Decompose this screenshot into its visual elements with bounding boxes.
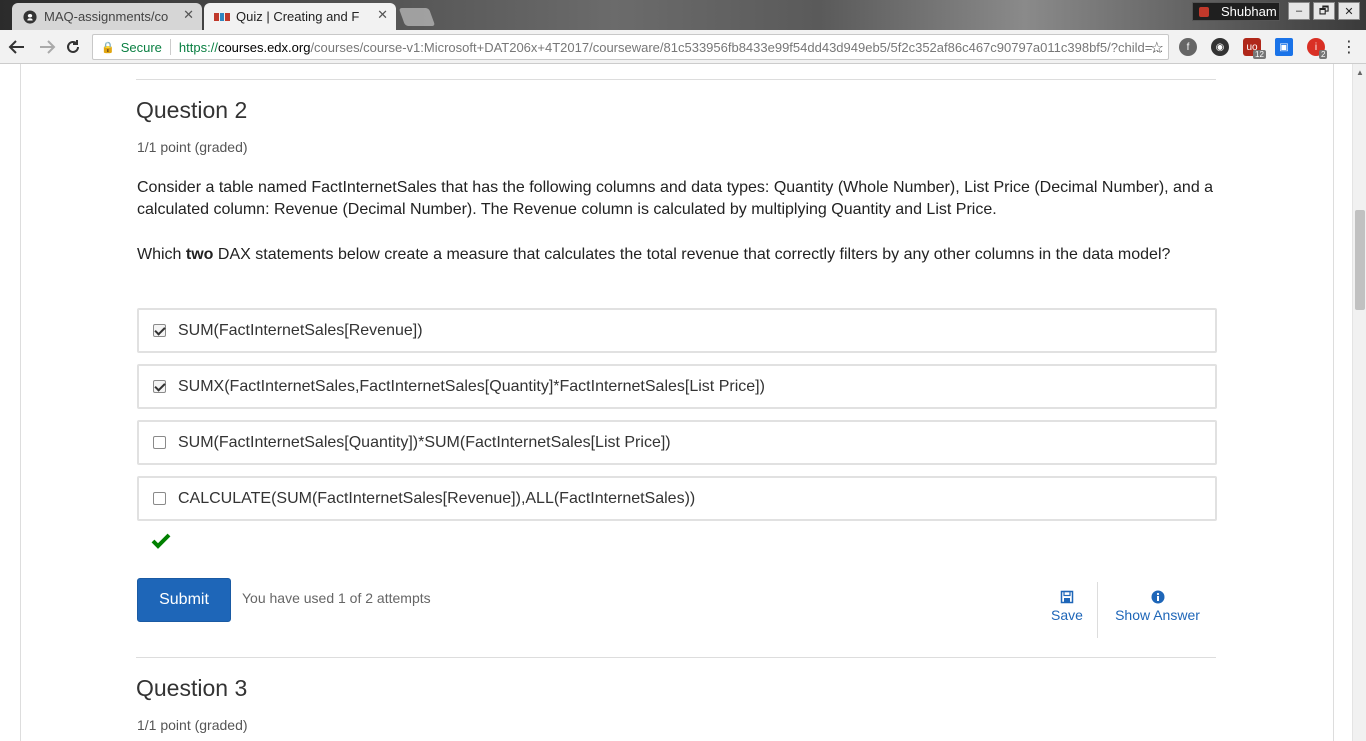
- opera-badge: 2: [1319, 50, 1328, 59]
- speed-dial-icon[interactable]: ◉: [1211, 38, 1229, 56]
- forward-arrow-icon[interactable]: [36, 36, 58, 58]
- profile-name: Shubham: [1221, 4, 1277, 19]
- close-icon[interactable]: ✕: [183, 7, 194, 23]
- tab-quiz[interactable]: Quiz | Creating and F ✕: [204, 3, 396, 30]
- menu-icon[interactable]: ⋮: [1338, 36, 1360, 58]
- tab-title: MAQ-assignments/co: [44, 9, 169, 24]
- feedly-icon[interactable]: f: [1179, 38, 1197, 56]
- reload-icon[interactable]: [62, 36, 84, 58]
- restore-button[interactable]: 🗗: [1313, 2, 1335, 20]
- option-checkbox[interactable]: [153, 324, 166, 337]
- question-2-title: Question 2: [136, 97, 248, 123]
- close-icon[interactable]: ✕: [377, 7, 388, 23]
- scroll-thumb[interactable]: [1355, 210, 1365, 310]
- url-path: /courses/course-v1:Microsoft+DAT206x+4T2…: [310, 39, 1164, 55]
- question-3-title: Question 3: [136, 675, 248, 701]
- edx-icon: [214, 9, 230, 25]
- correct-check-icon: [151, 532, 171, 552]
- scroll-up-arrow-icon[interactable]: ▲: [1356, 68, 1364, 77]
- option-1[interactable]: SUM(FactInternetSales[Revenue]): [137, 308, 1217, 353]
- show-answer-button[interactable]: Show Answer: [1110, 590, 1205, 623]
- url-scheme: https://: [178, 39, 218, 55]
- option-3[interactable]: SUM(FactInternetSales[Quantity])*SUM(Fac…: [137, 420, 1217, 465]
- option-2[interactable]: SUMX(FactInternetSales,FactInternetSales…: [137, 364, 1217, 409]
- prompt-prefix: Which: [137, 246, 186, 263]
- show-answer-label: Show Answer: [1115, 607, 1200, 623]
- tab-maq-assignments[interactable]: MAQ-assignments/co ✕: [12, 3, 202, 30]
- option-label: SUMX(FactInternetSales,FactInternetSales…: [178, 377, 765, 395]
- page-viewport: Question 2 1/1 point (graded) Consider a…: [0, 64, 1352, 741]
- question-3-points: 1/1 point (graded): [137, 717, 248, 733]
- option-checkbox[interactable]: [153, 380, 166, 393]
- save-button[interactable]: Save: [1046, 590, 1088, 623]
- lock-icon: 🔒: [101, 41, 115, 54]
- divider: [169, 39, 171, 55]
- option-4[interactable]: CALCULATE(SUM(FactInternetSales[Revenue]…: [137, 476, 1217, 521]
- browser-toolbar: 🔒 Secure https://courses.edx.org/courses…: [0, 30, 1366, 64]
- prompt-suffix: DAX statements below create a measure th…: [213, 246, 1171, 263]
- secure-label: Secure: [120, 39, 162, 55]
- address-bar[interactable]: 🔒 Secure https://courses.edx.org/courses…: [92, 34, 1169, 60]
- attempts-text: You have used 1 of 2 attempts: [242, 590, 431, 606]
- bookmark-star-icon[interactable]: ☆: [1150, 38, 1164, 58]
- divider: [136, 79, 1216, 80]
- option-checkbox[interactable]: [153, 492, 166, 505]
- question-2-points: 1/1 point (graded): [137, 139, 248, 155]
- option-label: CALCULATE(SUM(FactInternetSales[Revenue]…: [178, 489, 696, 507]
- github-icon: [22, 9, 38, 25]
- new-tab-button[interactable]: [398, 8, 436, 26]
- divider: [1097, 582, 1098, 638]
- question-2-paragraph: Consider a table named FactInternetSales…: [137, 179, 1214, 218]
- tab-title: Quiz | Creating and F: [236, 9, 360, 24]
- title-bar: MAQ-assignments/co ✕ Quiz | Creating and…: [0, 0, 1366, 30]
- question-2-prompt: Which two DAX statements below create a …: [137, 244, 1222, 266]
- divider: [136, 657, 1216, 658]
- option-label: SUM(FactInternetSales[Quantity])*SUM(Fac…: [178, 433, 671, 451]
- page-scrollbar[interactable]: ▲: [1352, 64, 1366, 741]
- screenshot-icon[interactable]: ▣: [1275, 38, 1293, 56]
- submit-button[interactable]: Submit: [137, 578, 231, 622]
- url-host: courses.edx.org: [217, 39, 311, 55]
- option-label: SUM(FactInternetSales[Revenue]): [178, 321, 423, 339]
- save-icon: [1060, 590, 1074, 604]
- back-arrow-icon[interactable]: [6, 36, 28, 58]
- profile-button[interactable]: Shubham: [1192, 2, 1280, 21]
- save-label: Save: [1051, 607, 1083, 623]
- ublock-badge: 12: [1253, 50, 1266, 59]
- close-window-button[interactable]: ✕: [1338, 2, 1360, 20]
- info-icon: [1151, 590, 1164, 604]
- option-checkbox[interactable]: [153, 436, 166, 449]
- profile-icon: [1199, 6, 1209, 17]
- minimize-button[interactable]: –: [1288, 2, 1310, 20]
- prompt-bold: two: [185, 246, 214, 263]
